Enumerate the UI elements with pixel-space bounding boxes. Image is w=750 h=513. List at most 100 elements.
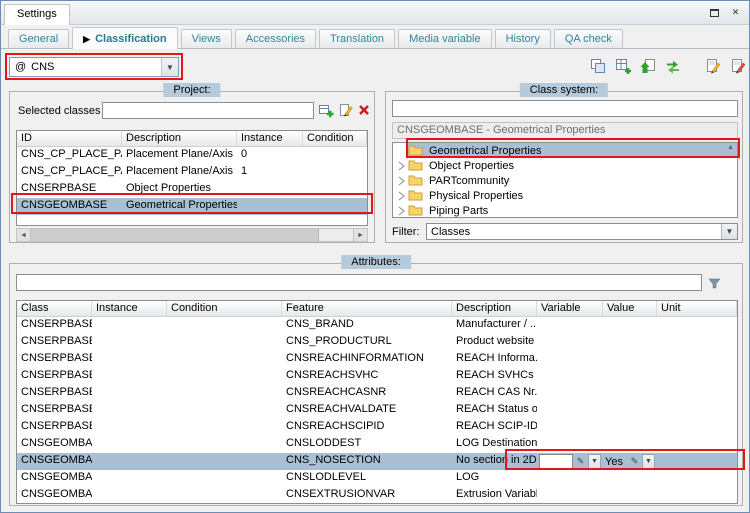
scrollbar-thumb[interactable]: [31, 229, 319, 241]
filter-dropdown-arrow[interactable]: ▼: [721, 224, 737, 239]
cell: [167, 351, 282, 368]
table-row[interactable]: CNSERPBASE CNSREACHCASNR REACH CAS Nr.: [17, 385, 737, 402]
filter-label: Filter:: [392, 226, 420, 238]
cell: CNSLODDEST: [286, 437, 362, 449]
tab-label: QA check: [564, 33, 612, 45]
cell: CNS_CP_PLACE_PA: [21, 148, 122, 160]
table-row[interactable]: CNSGEOMBASE CNSEXTRUSIONVAR Extrusion Va…: [17, 487, 737, 503]
table-row[interactable]: CNSERPBASE CNS_PRODUCTURL Product websit…: [17, 334, 737, 351]
project-group-caption: Project:: [163, 83, 221, 97]
tab-qa-check[interactable]: QA check: [553, 29, 623, 48]
scroll-left-icon[interactable]: ◄: [17, 229, 31, 241]
add-table-icon[interactable]: [614, 57, 632, 75]
combo-dropdown-arrow[interactable]: ▼: [161, 58, 178, 76]
cell: CNSERPBASE: [21, 420, 92, 432]
cell: CNSREACHCASNR: [286, 386, 387, 398]
class-system-group: Class system: CNSGEOMBASE - Geometrical …: [385, 83, 743, 243]
selected-classes-input[interactable]: [102, 102, 314, 119]
tab-accessories[interactable]: Accessories: [234, 29, 317, 48]
tab-general[interactable]: General: [8, 29, 70, 48]
cell: CNSGEOMBASE: [21, 454, 92, 466]
add-class-icon[interactable]: [318, 102, 334, 118]
column-header-description[interactable]: Description: [452, 301, 537, 316]
tree-item-partcommunity[interactable]: PARTcommunity: [393, 173, 737, 188]
cell: [303, 147, 367, 164]
tab-history[interactable]: History: [494, 29, 551, 48]
cell: [167, 334, 282, 351]
table-row[interactable]: CNS_CP_PLACE_PA Placement Plane/Axis 0: [17, 147, 367, 164]
cell: CNSERPBASE: [21, 369, 92, 381]
tab-views[interactable]: Views: [180, 29, 232, 48]
tree-item-geometrical-properties[interactable]: Geometrical Properties: [393, 143, 737, 158]
table-row[interactable]: CNS_CP_PLACE_PA Placement Plane/Axis 1: [17, 164, 367, 181]
cell: [537, 419, 603, 436]
cell: [92, 436, 167, 453]
table-row[interactable]: CNSGEOMBASE CNSLODDEST LOG Destination: [17, 436, 737, 453]
column-header-id[interactable]: ID: [17, 131, 122, 146]
sign-document-icon[interactable]: [729, 57, 747, 75]
column-header-unit[interactable]: Unit: [657, 301, 737, 316]
import-icon[interactable]: [639, 57, 657, 75]
chevron-right-icon[interactable]: [396, 191, 408, 201]
column-header-description[interactable]: Description: [122, 131, 237, 146]
class-system-search-input[interactable]: [392, 100, 738, 117]
filter-funnel-icon[interactable]: [706, 275, 722, 291]
edit-pencil-icon[interactable]: ✎: [628, 454, 641, 469]
column-header-variable[interactable]: Variable: [537, 301, 603, 316]
table-row-selected[interactable]: CNSGEOMBASE CNS_NOSECTION No section in …: [17, 453, 737, 470]
table-row[interactable]: CNSERPBASE Object Properties: [17, 181, 367, 198]
tab-media-variable[interactable]: Media variable: [398, 29, 492, 48]
tree-item-physical-properties[interactable]: Physical Properties: [393, 188, 737, 203]
table-row[interactable]: CNSERPBASE CNS_BRAND Manufacturer / ...: [17, 317, 737, 334]
close-button[interactable]: ✕: [727, 5, 744, 20]
value-dropdown-arrow[interactable]: ▼: [642, 454, 655, 469]
scroll-right-icon[interactable]: ►: [353, 229, 367, 241]
table-row-selected[interactable]: CNSGEOMBASE Geometrical Properties: [17, 198, 367, 215]
edit-class-icon[interactable]: [338, 102, 354, 118]
cell: [167, 385, 282, 402]
tab-translation[interactable]: Translation: [319, 29, 396, 48]
filter-dropdown[interactable]: Classes ▼: [426, 223, 738, 240]
tree-item-object-properties[interactable]: Object Properties: [393, 158, 737, 173]
cell: [657, 453, 737, 470]
tab-label: Translation: [330, 33, 385, 45]
cell: REACH SCIP-ID: [456, 420, 537, 432]
column-header-class[interactable]: Class: [17, 301, 92, 316]
edit-document-icon[interactable]: [704, 57, 722, 75]
tree-item-label: Object Properties: [429, 159, 514, 172]
column-header-condition[interactable]: Condition: [167, 301, 282, 316]
cell: [237, 198, 303, 215]
cell: REACH Status o...: [456, 403, 537, 415]
table-row[interactable]: CNSERPBASE CNSREACHINFORMATION REACH Inf…: [17, 351, 737, 368]
edit-pencil-icon[interactable]: ✎: [574, 454, 587, 469]
chevron-right-icon[interactable]: [396, 176, 408, 186]
project-table-header: ID Description Instance Condition: [17, 131, 367, 147]
cell: Extrusion Variable: [456, 488, 537, 500]
tree-item-piping-parts[interactable]: Piping Parts: [393, 203, 737, 217]
cell: CNS_NOSECTION: [286, 454, 381, 466]
table-row[interactable]: CNSERPBASE CNSREACHSCIPID REACH SCIP-ID: [17, 419, 737, 436]
tab-classification[interactable]: ▶ Classification: [72, 27, 178, 49]
table-row[interactable]: CNSERPBASE CNSREACHVALDATE REACH Status …: [17, 402, 737, 419]
column-header-instance[interactable]: Instance: [237, 131, 303, 146]
column-header-feature[interactable]: Feature: [282, 301, 452, 316]
chevron-right-icon[interactable]: [396, 161, 408, 171]
attributes-filter-input[interactable]: [16, 274, 702, 291]
chevron-right-icon[interactable]: [396, 206, 408, 216]
maximize-button[interactable]: [706, 5, 723, 20]
variable-input[interactable]: [539, 454, 573, 469]
table-row[interactable]: CNSERPBASE CNSREACHSVHC REACH SVHCs ...: [17, 368, 737, 385]
transfer-icon[interactable]: [664, 57, 682, 75]
variable-editor[interactable]: ✎ ▼: [537, 453, 603, 470]
variable-dropdown-arrow[interactable]: ▼: [588, 454, 601, 469]
class-catalog-combobox[interactable]: @ CNS ▼: [9, 57, 179, 77]
column-header-condition[interactable]: Condition: [303, 131, 367, 146]
copy-table-icon[interactable]: [589, 57, 607, 75]
value-editor[interactable]: Yes ✎ ▼: [603, 453, 657, 470]
column-header-instance[interactable]: Instance: [92, 301, 167, 316]
table-row[interactable]: CNSGEOMBASE CNSLODLEVEL LOG: [17, 470, 737, 487]
scroll-up-icon[interactable]: ▲: [727, 144, 734, 151]
column-header-value[interactable]: Value: [603, 301, 657, 316]
cell: [537, 351, 603, 368]
remove-class-icon[interactable]: [356, 102, 372, 118]
